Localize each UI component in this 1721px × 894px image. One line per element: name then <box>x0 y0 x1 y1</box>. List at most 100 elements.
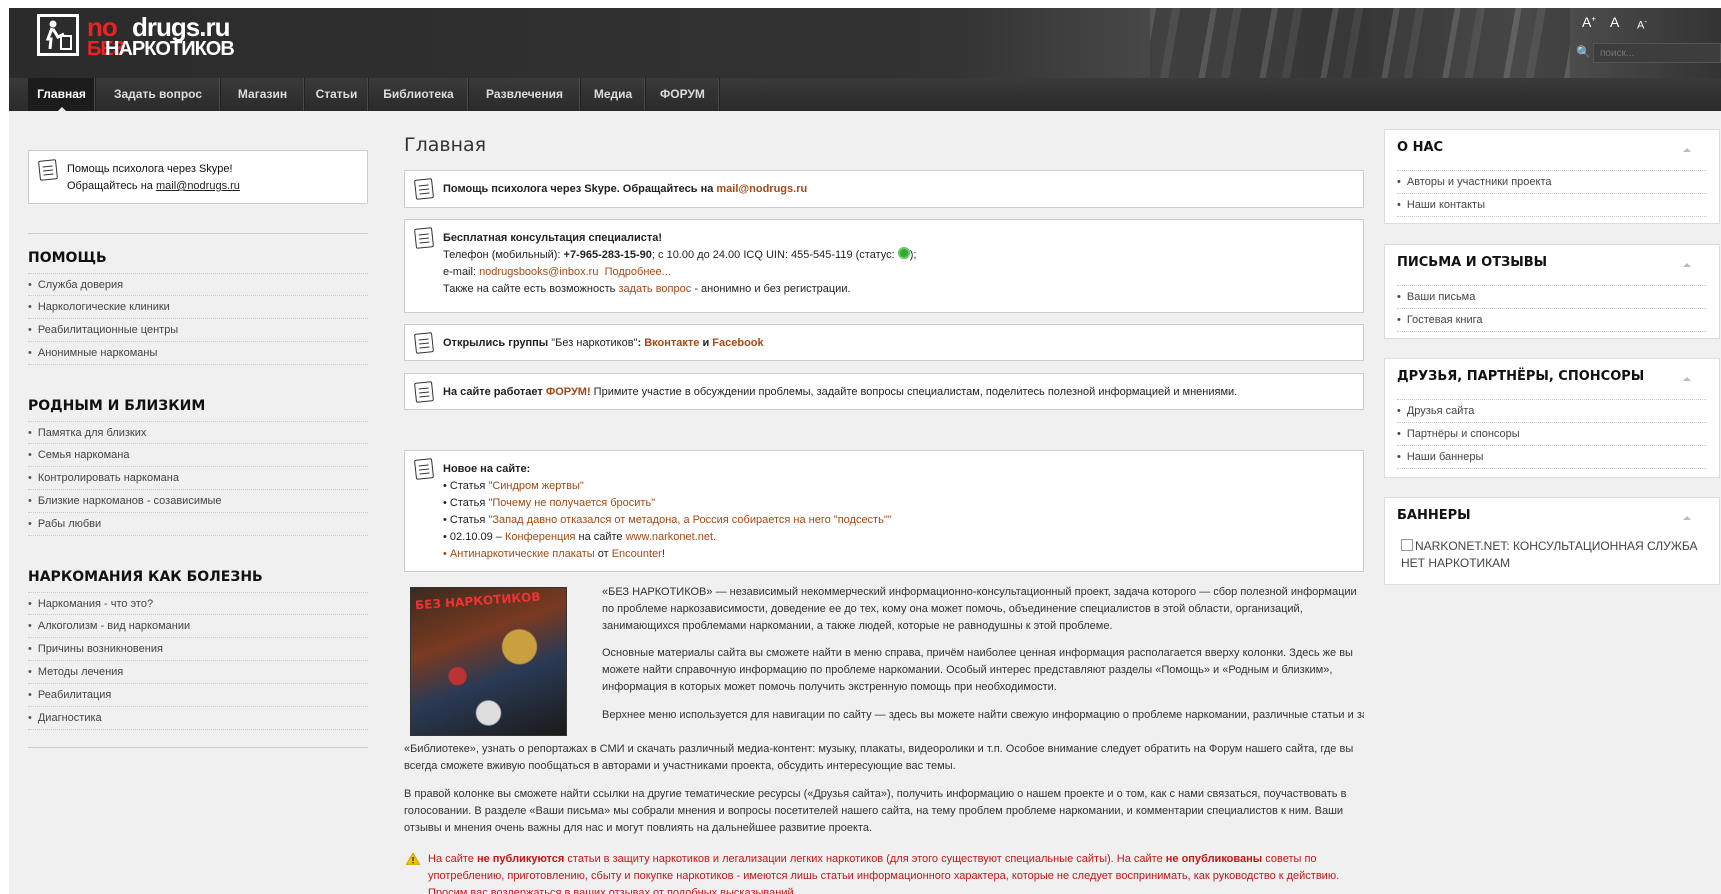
list-item[interactable]: Друзья сайта <box>1397 400 1707 423</box>
document-icon <box>414 178 434 200</box>
news-link[interactable]: Антинаркотические плакаты <box>450 548 595 560</box>
skype-email-link[interactable]: mail@nodrugs.ru <box>156 180 240 192</box>
list-item[interactable]: Причины возникновения <box>28 638 368 661</box>
list-item[interactable]: Реабилитация <box>28 684 368 707</box>
banners-title: БАННЕРЫ <box>1397 508 1471 523</box>
nav-item-entertainment[interactable]: Развлечения <box>469 78 581 111</box>
friends-list: Друзья сайта Партнёры и спонсоры Наши ба… <box>1397 400 1707 469</box>
news-link[interactable]: www.narkonet.net. <box>626 531 717 543</box>
intro-paragraph: «БЕЗ НАРКОТИКОВ» — независимый некоммерч… <box>602 586 1357 632</box>
forum-link[interactable]: ФОРУМ! <box>546 386 591 398</box>
news-item: • Антинаркотические плакаты от Encounter… <box>443 548 665 560</box>
news-link[interactable]: "Почему не получается бросить" <box>488 497 655 509</box>
document-icon <box>414 227 434 249</box>
list-item[interactable]: Наши баннеры <box>1397 446 1707 469</box>
nav-item-shop[interactable]: Магазин <box>221 78 305 111</box>
nav-item-glavnaya[interactable]: Главная <box>28 78 96 111</box>
materials-paragraph: Основные материалы сайта вы сможете найт… <box>602 647 1353 693</box>
skype-line-1: Помощь психолога через Skype! <box>67 163 233 175</box>
list-item[interactable]: Наркомания - что это? <box>28 592 368 615</box>
consultation-email-link[interactable]: nodrugsbooks@inbox.ru <box>479 266 598 278</box>
list-item[interactable]: Партнёры и спонсоры <box>1397 423 1707 446</box>
document-icon <box>414 332 434 354</box>
document-icon <box>414 381 434 403</box>
letters-list: Ваши письма Гостевая книга <box>1397 286 1707 332</box>
list-item[interactable]: Рабы любви <box>28 513 368 536</box>
news-box: Новое на сайте: • Статья "Синдром жертвы… <box>404 450 1364 572</box>
news-link[interactable]: "Запад давно отказался от метадона, а Ро… <box>488 514 891 526</box>
navigation-paragraph-end: «Библиотеке», узнать о репортажах в СМИ … <box>404 743 1354 772</box>
font-size-decrease-button[interactable]: A- <box>1637 17 1647 32</box>
list-item[interactable]: Наши контакты <box>1397 194 1707 217</box>
nav-item-forum[interactable]: ФОРУМ <box>646 78 720 111</box>
consultation-also: Также на сайте есть возможность задать в… <box>443 283 851 295</box>
list-item[interactable]: Памятка для близких <box>28 421 368 444</box>
disease-list: Наркомания - что это? Алкоголизм - вид н… <box>28 592 368 730</box>
list-item[interactable]: Контролировать наркомана <box>28 467 368 490</box>
collapse-icon[interactable] <box>1683 373 1691 381</box>
nav-item-articles[interactable]: Статьи <box>305 78 369 111</box>
consultation-phone: Телефон (мобильный): +7-965-283-15-90; с… <box>443 247 917 261</box>
document-icon <box>38 159 58 181</box>
collapse-icon[interactable] <box>1683 512 1691 520</box>
list-item[interactable]: Диагностика <box>28 707 368 730</box>
warning-text: На сайте не публикуются статьи в защиту … <box>428 853 1340 894</box>
consultation-text: Бесплатная консультация специалиста! Тел… <box>443 230 916 298</box>
forum-text: На сайте работает ФОРУМ! Примите участие… <box>443 386 1238 398</box>
font-size-default-button[interactable]: A <box>1610 14 1619 30</box>
letters-title: ПИСЬМА И ОТЗЫВЫ <box>1397 255 1548 270</box>
search-icon: 🔍 <box>1576 45 1591 59</box>
search-field[interactable] <box>1593 43 1721 63</box>
collapse-icon[interactable] <box>1683 144 1691 152</box>
trash-figure-icon <box>37 14 79 56</box>
main-nav: Главная Задать вопрос Магазин Статьи Биб… <box>9 78 1721 111</box>
skype-info-email-link[interactable]: mail@nodrugs.ru <box>716 183 807 195</box>
list-item[interactable]: Методы лечения <box>28 661 368 684</box>
narkonet-banner[interactable]: NARKONET.NET: КОНСУЛЬТАЦИОННАЯ СЛУЖБА НЕ… <box>1401 538 1701 572</box>
search-input[interactable] <box>1594 44 1720 62</box>
list-item[interactable]: Авторы и участники проекта <box>1397 171 1707 194</box>
groups-box: Открылись группы "Без наркотиков": Вконт… <box>404 324 1364 361</box>
more-link[interactable]: Подробнее... <box>605 266 671 278</box>
nav-item-library[interactable]: Библиотека <box>369 78 469 111</box>
list-item[interactable]: Близкие наркоманов - созависимые <box>28 490 368 513</box>
about-title: О НАС <box>1397 140 1444 155</box>
news-item: • Статья "Почему не получается бросить" <box>443 497 656 509</box>
news-text: Новое на сайте: • Статья "Синдром жертвы… <box>443 461 892 563</box>
font-size-increase-button[interactable]: A+ <box>1582 14 1596 30</box>
list-item[interactable]: Наркологические клиники <box>28 296 368 319</box>
about-list: Авторы и участники проекта Наши контакты <box>1397 171 1707 217</box>
banners-box: БАННЕРЫ NARKONET.NET: КОНСУЛЬТАЦИОННАЯ С… <box>1384 497 1720 585</box>
list-item[interactable]: Алкоголизм - вид наркомании <box>28 615 368 638</box>
news-link[interactable]: Конференция <box>505 531 575 543</box>
news-link[interactable]: Encounter <box>612 548 662 560</box>
consultation-heading: Бесплатная консультация специалиста! <box>443 232 663 244</box>
nav-item-ask-question[interactable]: Задать вопрос <box>96 78 221 111</box>
site-logo[interactable]: no drugs.ru БЕЗ НАРКОТИКОВ <box>37 12 235 69</box>
news-link[interactable]: "Синдром жертвы" <box>488 480 583 492</box>
icq-status-icon <box>897 247 910 259</box>
news-item: • Статья "Синдром жертвы" <box>443 480 584 492</box>
page-title: Главная <box>404 134 487 156</box>
consultation-box: Бесплатная консультация специалиста! Тел… <box>404 219 1364 313</box>
list-item[interactable]: Анонимные наркоманы <box>28 342 368 365</box>
ask-question-link[interactable]: задать вопрос <box>618 283 691 295</box>
facebook-link[interactable]: Facebook <box>712 337 763 349</box>
list-item[interactable]: Реабилитационные центры <box>28 319 368 342</box>
forum-box: На сайте работает ФОРУМ! Примите участие… <box>404 373 1364 410</box>
list-item[interactable]: Гостевая книга <box>1397 309 1707 332</box>
news-heading: Новое на сайте: <box>443 463 531 475</box>
collapse-icon[interactable] <box>1683 259 1691 267</box>
nav-item-media[interactable]: Медиа <box>581 78 646 111</box>
logo-text-narkotikov: НАРКОТИКОВ <box>105 38 235 60</box>
document-icon <box>414 458 434 480</box>
friends-title: ДРУЗЬЯ, ПАРТНЁРЫ, СПОНСОРЫ <box>1397 369 1645 384</box>
list-item[interactable]: Семья наркомана <box>28 444 368 467</box>
section-title-relatives: РОДНЫМ И БЛИЗКИМ <box>28 398 206 414</box>
list-item[interactable]: Служба доверия <box>28 273 368 296</box>
friends-box: ДРУЗЬЯ, ПАРТНЁРЫ, СПОНСОРЫ Друзья сайта … <box>1384 358 1720 478</box>
list-item[interactable]: Ваши письма <box>1397 286 1707 309</box>
skype-help-box: Помощь психолога через Skype! Обращайтес… <box>28 150 368 204</box>
skype-line-2: Обращайтесь на mail@nodrugs.ru <box>67 180 240 192</box>
vkontakte-link[interactable]: Вконтакте <box>644 337 699 349</box>
